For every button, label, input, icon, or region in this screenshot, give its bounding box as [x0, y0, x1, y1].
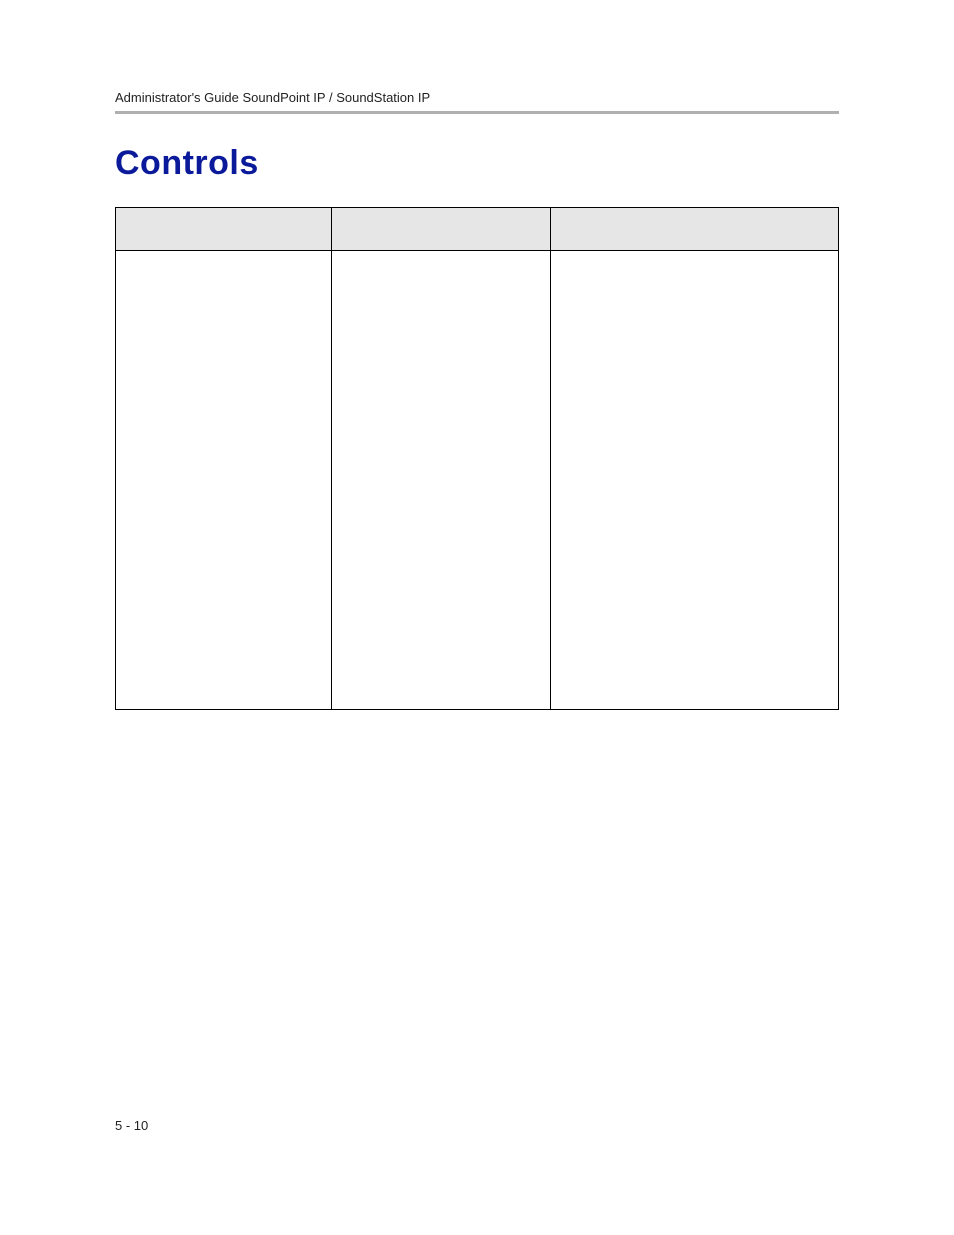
table-header-row [116, 208, 839, 251]
controls-table [115, 207, 839, 710]
table-row [116, 251, 839, 710]
table-header-cell [551, 208, 839, 251]
page-number: 5 - 10 [115, 1118, 148, 1133]
header-rule [115, 111, 839, 114]
table-cell [332, 251, 551, 710]
table-cell [551, 251, 839, 710]
table-header-cell [116, 208, 332, 251]
page-container: Administrator's Guide SoundPoint IP / So… [0, 0, 954, 1235]
table-header-cell [332, 208, 551, 251]
running-head: Administrator's Guide SoundPoint IP / So… [115, 90, 839, 105]
table-cell [116, 251, 332, 710]
section-title: Controls [115, 144, 839, 183]
